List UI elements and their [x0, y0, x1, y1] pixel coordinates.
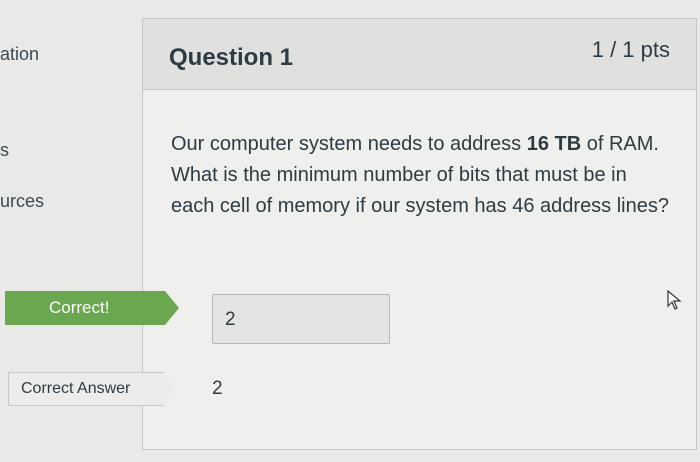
sidebar-item-s[interactable]: s — [0, 140, 9, 161]
correct-answer-flag: Correct Answer — [8, 372, 176, 406]
question-header: Question 1 1 / 1 pts — [143, 19, 696, 90]
question-points: 1 / 1 pts — [591, 37, 670, 62]
sidebar-item-urces[interactable]: urces — [0, 191, 44, 212]
question-title: Question 1 — [169, 44, 294, 71]
sidebar-item-ation[interactable]: ation — [0, 44, 39, 65]
correct-answer-value: 2 — [212, 378, 223, 399]
question-text-bold: 16 TB — [526, 133, 582, 155]
user-answer-box: 2 — [212, 294, 390, 344]
question-text: Our computer system needs to address 16 … — [171, 129, 671, 222]
correct-flag: Correct! — [5, 291, 179, 325]
question-card: Question 1 1 / 1 pts Our computer system… — [142, 18, 697, 450]
user-answer-value: 2 — [225, 309, 236, 330]
correct-answer-label: Correct Answer — [21, 380, 131, 397]
mouse-pointer-icon — [667, 290, 682, 310]
question-text-before: Our computer system needs to address — [171, 133, 527, 155]
correct-flag-label: Correct! — [49, 298, 110, 317]
